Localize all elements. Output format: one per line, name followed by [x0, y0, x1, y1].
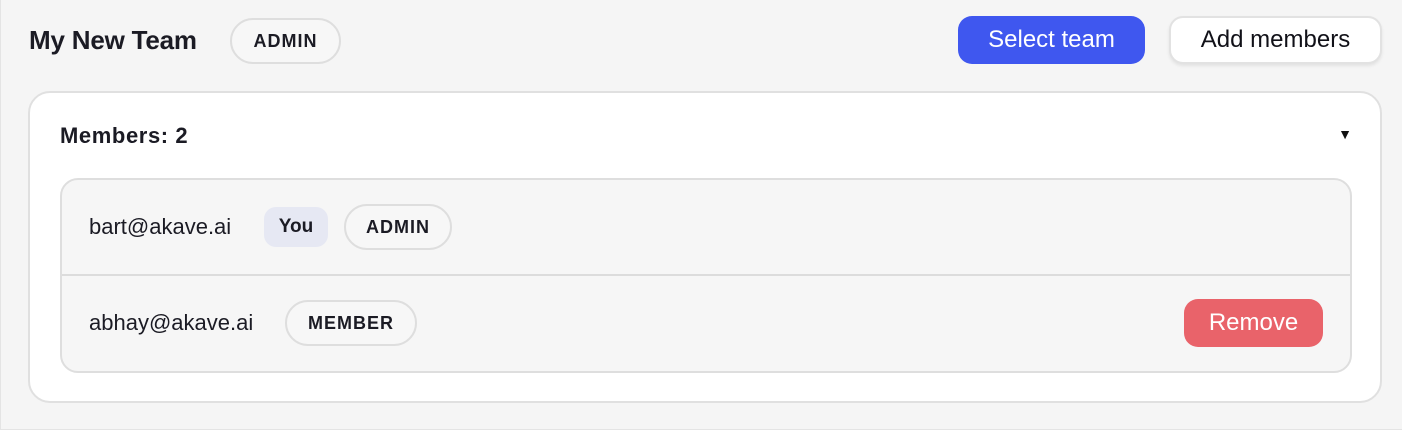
- member-row: [62, 180, 1350, 276]
- select-team-button[interactable]: Select team: [958, 16, 1145, 64]
- member-role-badge: ADMIN: [344, 204, 452, 250]
- remove-member-button[interactable]: Remove: [1184, 299, 1323, 347]
- member-email: abhay@akave.ai: [89, 310, 254, 335]
- team-role-badge: ADMIN: [230, 18, 341, 64]
- team-header: My New Team ADMIN Select team Add member…: [1, 0, 1402, 82]
- member-list: bart@akave.ai You ADMIN abhay@akave.ai M…: [60, 178, 1352, 373]
- members-card: Members: 2 ▼ bart@akave.ai You ADMIN abh…: [28, 91, 1382, 403]
- member-role-badge: MEMBER: [285, 300, 417, 346]
- you-badge: You: [264, 207, 328, 247]
- members-count: Members: 2: [60, 123, 189, 148]
- team-name: My New Team: [29, 25, 197, 55]
- add-members-button[interactable]: Add members: [1169, 16, 1382, 64]
- collapse-toggle-icon[interactable]: ▼: [1338, 127, 1352, 141]
- member-row: [62, 276, 1350, 370]
- team-page: My New Team ADMIN Select team Add member…: [0, 0, 1402, 430]
- member-email: bart@akave.ai: [89, 214, 232, 239]
